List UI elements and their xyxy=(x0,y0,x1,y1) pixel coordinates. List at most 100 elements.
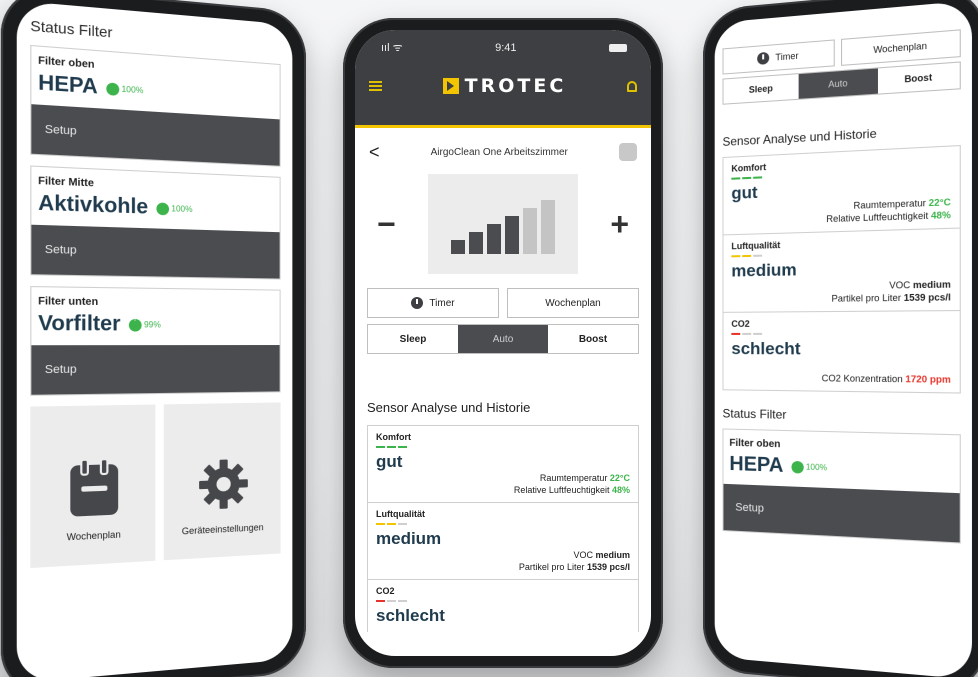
back-icon[interactable]: < xyxy=(369,142,380,163)
mode-auto[interactable]: Auto xyxy=(798,68,878,99)
sensor-title: CO2 xyxy=(731,318,750,329)
filter-percent: 99% xyxy=(143,320,161,330)
timer-button[interactable]: Timer xyxy=(722,39,835,75)
phone-left: Status Filter Filter oben HEPA 100% Setu… xyxy=(0,0,307,677)
timer-label: Timer xyxy=(429,297,455,309)
filter-name: Aktivkohle xyxy=(38,191,149,219)
fan-level-bar[interactable] xyxy=(469,232,483,254)
pie-icon xyxy=(106,81,120,96)
fan-level-bar[interactable] xyxy=(505,216,519,254)
particles-value: 1539 pcs/l xyxy=(586,562,630,572)
accent-line xyxy=(355,125,651,128)
pie-icon xyxy=(791,460,804,474)
fan-level-bar[interactable] xyxy=(451,240,465,254)
fan-control: − + xyxy=(355,162,651,274)
particles-label: Partikel pro Liter xyxy=(518,562,585,572)
sensor-title: Luftqualität xyxy=(376,509,425,519)
device-name: AirgoClean One Arbeitszimmer xyxy=(430,146,568,158)
filter-card-oben: Filter oben HEPA 100% Setup xyxy=(30,44,281,167)
mode-sleep[interactable]: Sleep xyxy=(368,325,458,353)
filter-percent: 100% xyxy=(805,462,828,473)
pie-icon xyxy=(156,201,170,215)
rating-dashes xyxy=(376,600,630,602)
wochenplan-button[interactable]: Wochenplan xyxy=(841,29,961,66)
setup-button[interactable]: Setup xyxy=(31,224,280,279)
sensor-screen: Timer Wochenplan Sleep Auto Boost Sensor… xyxy=(714,0,972,677)
timer-button[interactable]: Timer xyxy=(367,288,499,318)
rating-dashes xyxy=(376,446,630,448)
mode-sleep[interactable]: Sleep xyxy=(723,74,798,104)
clock-icon xyxy=(757,51,770,65)
sensor-card-co2[interactable]: CO2 schlecht CO2 Konzentration 1720 ppm xyxy=(722,310,961,394)
pie-icon xyxy=(129,318,142,332)
sensor-title: CO2 xyxy=(376,586,395,596)
setup-button[interactable]: Setup xyxy=(31,345,280,395)
device-header: < AirgoClean One Arbeitszimmer xyxy=(355,128,651,162)
decrease-button[interactable]: − xyxy=(377,206,396,243)
brand-text: TROTEC xyxy=(464,75,567,97)
wochenplan-label: Wochenplan xyxy=(873,40,928,56)
quick-tiles: Wochenplan Geräteeinstellungen xyxy=(30,402,281,569)
logo-mark-icon xyxy=(442,78,459,94)
timer-label: Timer xyxy=(775,50,799,63)
status-filter-title: Status Filter xyxy=(722,406,787,422)
brand-logo: TROTEC xyxy=(442,75,567,97)
bell-icon[interactable] xyxy=(626,80,637,92)
increase-button[interactable]: + xyxy=(610,206,629,243)
sensor-value: gut xyxy=(376,452,403,471)
humidity-value: 48% xyxy=(930,209,951,221)
voc-value: medium xyxy=(595,550,630,560)
humidity-label: Relative Luftfeuchtigkeit xyxy=(513,485,610,495)
sensor-title: Komfort xyxy=(376,432,411,442)
sensor-title: Luftqualität xyxy=(731,239,781,252)
fan-level-bar[interactable] xyxy=(541,200,555,254)
voc-label: VOC xyxy=(889,279,911,291)
wochenplan-button[interactable]: Wochenplan xyxy=(507,288,639,318)
sensor-card-luftqualitaet[interactable]: Luftqualität medium VOC medium Partikel … xyxy=(722,227,961,312)
sensor-card-luftqualitaet[interactable]: Luftqualität medium VOC medium Partikel … xyxy=(367,502,639,579)
tile-label: Wochenplan xyxy=(66,529,121,543)
temp-value: 22°C xyxy=(928,196,951,209)
filter-percent: 100% xyxy=(121,84,144,96)
filter-card-mitte: Filter Mitte Aktivkohle 100% Setup xyxy=(30,165,281,280)
device-thumbnail[interactable] xyxy=(618,143,637,161)
wochenplan-tile[interactable]: Wochenplan xyxy=(30,404,156,569)
rating-dashes xyxy=(731,250,950,258)
menu-icon[interactable] xyxy=(369,81,382,91)
co2-label: CO2 Konzentration xyxy=(821,373,903,385)
mode-auto[interactable]: Auto xyxy=(458,325,548,353)
filter-percent: 100% xyxy=(171,204,193,215)
voc-value: medium xyxy=(912,279,951,291)
particles-value: 1539 pcs/l xyxy=(903,291,951,304)
status-bar: ııl ᯤ 9:41 xyxy=(355,30,651,55)
mode-boost[interactable]: Boost xyxy=(548,325,638,353)
sensor-value: schlecht xyxy=(376,606,445,625)
sensor-value: schlecht xyxy=(731,338,801,359)
gear-icon xyxy=(198,458,249,511)
settings-tile[interactable]: Geräteeinstellungen xyxy=(163,402,281,561)
rating-dashes xyxy=(376,523,630,525)
voc-label: VOC xyxy=(573,550,593,560)
phone-center: ııl ᯤ 9:41 TROTEC < AirgoClean One Arbei… xyxy=(343,18,663,668)
filter-status-screen: Status Filter Filter oben HEPA 100% Setu… xyxy=(16,0,293,677)
sensor-value: medium xyxy=(376,529,442,548)
rating-dashes xyxy=(731,332,950,335)
wochenplan-label: Wochenplan xyxy=(545,297,601,309)
filter-name: Vorfilter xyxy=(38,311,121,336)
temp-label: Raumtemperatur xyxy=(539,473,608,483)
temp-label: Raumtemperatur xyxy=(853,197,926,211)
mode-selector: Sleep Auto Boost xyxy=(367,324,639,354)
signal-wifi-icon: ııl ᯤ xyxy=(381,42,403,54)
section-title: Sensor Analyse und Historie xyxy=(367,400,531,415)
setup-button[interactable]: Setup xyxy=(723,483,960,543)
sensor-card-komfort[interactable]: Komfort gut Raumtemperatur 22°C Relative… xyxy=(722,145,961,235)
fan-level-bar[interactable] xyxy=(523,208,537,254)
sensor-card-co2[interactable]: CO2 schlecht xyxy=(367,579,639,632)
filter-name: HEPA xyxy=(38,71,98,99)
calendar-icon xyxy=(69,464,118,517)
fan-level-indicator xyxy=(428,174,578,274)
mode-boost[interactable]: Boost xyxy=(878,63,960,94)
fan-level-bar[interactable] xyxy=(487,224,501,254)
sensor-card-komfort[interactable]: Komfort gut Raumtemperatur 22°C Relative… xyxy=(367,425,639,502)
battery-icon xyxy=(608,43,627,52)
